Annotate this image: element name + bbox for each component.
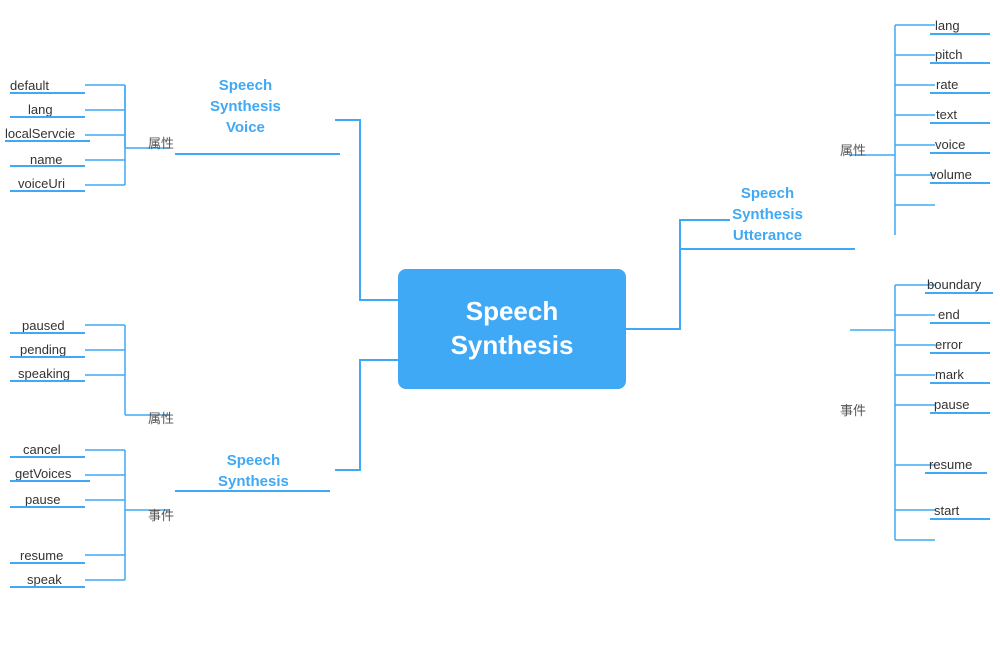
underline-text [930, 122, 990, 124]
center-node: SpeechSynthesis [398, 269, 626, 389]
item-paused: paused [22, 318, 65, 333]
speech-synthesis-utterance-attrs-label: 属性 [840, 140, 866, 159]
item-start: start [934, 503, 959, 518]
speech-synthesis-voice-underline [175, 153, 340, 155]
underline-end [930, 322, 990, 324]
underline-resume-right [925, 472, 987, 474]
underline-localservcie [5, 140, 90, 142]
underline-voice [930, 152, 990, 154]
item-speak: speak [27, 572, 62, 587]
underline-mark [930, 382, 990, 384]
underline-volume [930, 182, 990, 184]
underline-paused [10, 332, 85, 334]
speech-synthesis-left-underline [175, 490, 330, 492]
item-localservcie: localServcie [5, 126, 75, 141]
underline-start [930, 518, 990, 520]
item-resume-right: resume [929, 457, 972, 472]
item-voiceuri: voiceUri [18, 176, 65, 191]
item-mark: mark [935, 367, 964, 382]
speech-synthesis-left-attrs-label: 属性 [148, 408, 174, 427]
speech-synthesis-voice-label: SpeechSynthesisVoice [210, 75, 281, 138]
item-rate: rate [936, 77, 958, 92]
underline-rate [930, 92, 990, 94]
center-label: SpeechSynthesis [451, 295, 574, 363]
item-lang-top: lang [28, 102, 53, 117]
speech-synthesis-utterance-underline [680, 248, 855, 250]
item-text: text [936, 107, 957, 122]
item-pitch: pitch [935, 47, 962, 62]
speech-synthesis-utterance-events-label: 事件 [840, 400, 866, 419]
speech-synthesis-utterance-label: SpeechSynthesisUtterance [690, 183, 845, 246]
item-pending: pending [20, 342, 66, 357]
item-pause-right: pause [934, 397, 969, 412]
item-cancel: cancel [23, 442, 61, 457]
underline-pending [10, 356, 85, 358]
underline-pause-right [930, 412, 990, 414]
underline-pause-left [10, 506, 85, 508]
item-getvoices: getVoices [15, 466, 71, 481]
item-volume: volume [930, 167, 972, 182]
underline-lang-top [10, 116, 85, 118]
underline-boundary [925, 292, 993, 294]
underline-speaking [10, 380, 85, 382]
item-voice: voice [935, 137, 965, 152]
item-resume-left: resume [20, 548, 63, 563]
item-lang-right: lang [935, 18, 960, 33]
underline-pitch [930, 62, 990, 64]
underline-lang-right [930, 33, 990, 35]
underline-cancel [10, 456, 85, 458]
item-error: error [935, 337, 962, 352]
underline-speak [10, 586, 85, 588]
underline-default [10, 92, 85, 94]
underline-getvoices [10, 480, 90, 482]
item-end: end [938, 307, 960, 322]
item-default: default [10, 78, 49, 93]
item-speaking: speaking [18, 366, 70, 381]
underline-error [930, 352, 990, 354]
underline-name [10, 165, 85, 167]
item-boundary: boundary [927, 277, 981, 292]
speech-synthesis-left-label: SpeechSynthesis [218, 450, 289, 492]
speech-synthesis-voice-attrs-label: 属性 [148, 133, 174, 152]
underline-voiceuri [10, 190, 85, 192]
underline-resume-left [10, 562, 85, 564]
speech-synthesis-left-events-label: 事件 [148, 505, 174, 524]
item-pause-left: pause [25, 492, 60, 507]
